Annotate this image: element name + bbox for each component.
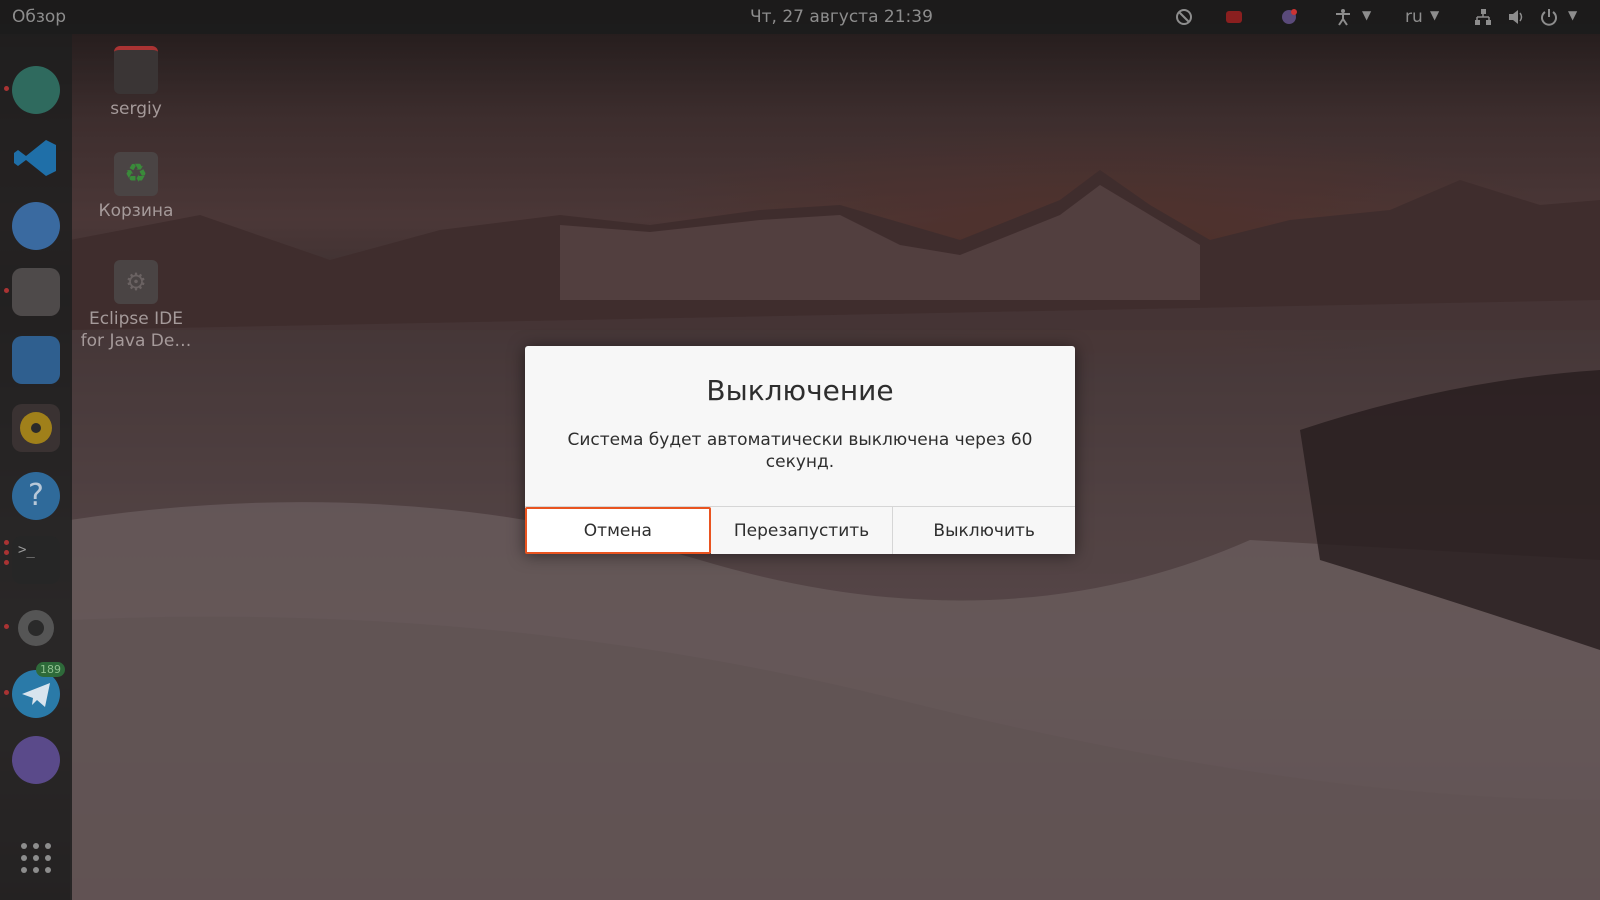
vscode-icon[interactable]: [12, 134, 60, 182]
system-menu-dropdown-icon[interactable]: ▼: [1568, 8, 1577, 22]
viber-icon[interactable]: [12, 736, 60, 784]
dialog-title: Выключение: [706, 374, 894, 407]
writer-icon[interactable]: [12, 336, 60, 384]
telegram-icon[interactable]: [12, 670, 60, 718]
desktop-icon-eclipse[interactable]: ⚙ Eclipse IDE for Java De…: [76, 260, 196, 352]
restart-button[interactable]: Перезапустить: [710, 507, 894, 554]
settings-icon[interactable]: [12, 604, 60, 652]
thunderbird-icon[interactable]: [12, 202, 60, 250]
shutdown-button[interactable]: Выключить: [893, 507, 1076, 554]
telegram-badge: 189: [36, 662, 65, 677]
running-indicator: [4, 624, 9, 629]
dialog-message: Система будет автоматически выключена че…: [567, 430, 1033, 472]
desktop-icon-trash[interactable]: ♻ Корзина: [76, 152, 196, 222]
network-globe-icon[interactable]: [1280, 8, 1298, 26]
running-indicator: [4, 560, 9, 565]
language-dropdown-icon[interactable]: ▼: [1430, 8, 1439, 22]
rhythmbox-icon[interactable]: [12, 404, 60, 452]
language-button[interactable]: ru: [1405, 7, 1423, 27]
accessibility-dropdown-icon[interactable]: ▼: [1362, 8, 1371, 22]
clock-app-icon[interactable]: [12, 66, 60, 114]
volume-icon[interactable]: [1508, 8, 1526, 26]
terminal-icon[interactable]: >_: [12, 536, 60, 584]
help-icon[interactable]: ?: [12, 472, 60, 520]
files-icon[interactable]: [12, 268, 60, 316]
running-indicator: [4, 690, 9, 695]
activities-button[interactable]: Обзор: [12, 7, 66, 27]
desktop-icon-label: Eclipse IDE for Java De…: [80, 309, 192, 351]
running-indicator: [4, 288, 9, 293]
trash-icon: ♻: [114, 152, 158, 196]
network-icon[interactable]: [1474, 8, 1492, 26]
dialog-button-row: Отмена Перезапустить Выключить: [525, 506, 1076, 554]
cancel-button[interactable]: Отмена: [525, 507, 711, 554]
vpn-icon[interactable]: [1175, 8, 1193, 26]
show-apps-icon[interactable]: [12, 834, 60, 882]
clock-button[interactable]: Чт, 27 августа 21:39: [750, 7, 933, 27]
running-indicator: [4, 86, 9, 91]
dock: ? >_ 189: [0, 34, 72, 900]
desktop-icon-home[interactable]: sergiy: [76, 46, 196, 120]
power-icon[interactable]: [1540, 8, 1558, 26]
running-indicator: [4, 550, 9, 555]
accessibility-icon[interactable]: [1334, 8, 1352, 26]
desktop-icon-label: sergiy: [110, 99, 162, 119]
shutdown-dialog: Выключение Система будет автоматически в…: [525, 346, 1076, 554]
eclipse-icon: ⚙: [114, 260, 158, 304]
home-folder-icon: [114, 46, 158, 94]
screen-record-icon[interactable]: [1225, 8, 1243, 26]
desktop-icon-label: Корзина: [98, 201, 174, 221]
running-indicator: [4, 540, 9, 545]
top-bar: Обзор Чт, 27 августа 21:39 ▼ ru ▼ ▼: [0, 0, 1600, 34]
